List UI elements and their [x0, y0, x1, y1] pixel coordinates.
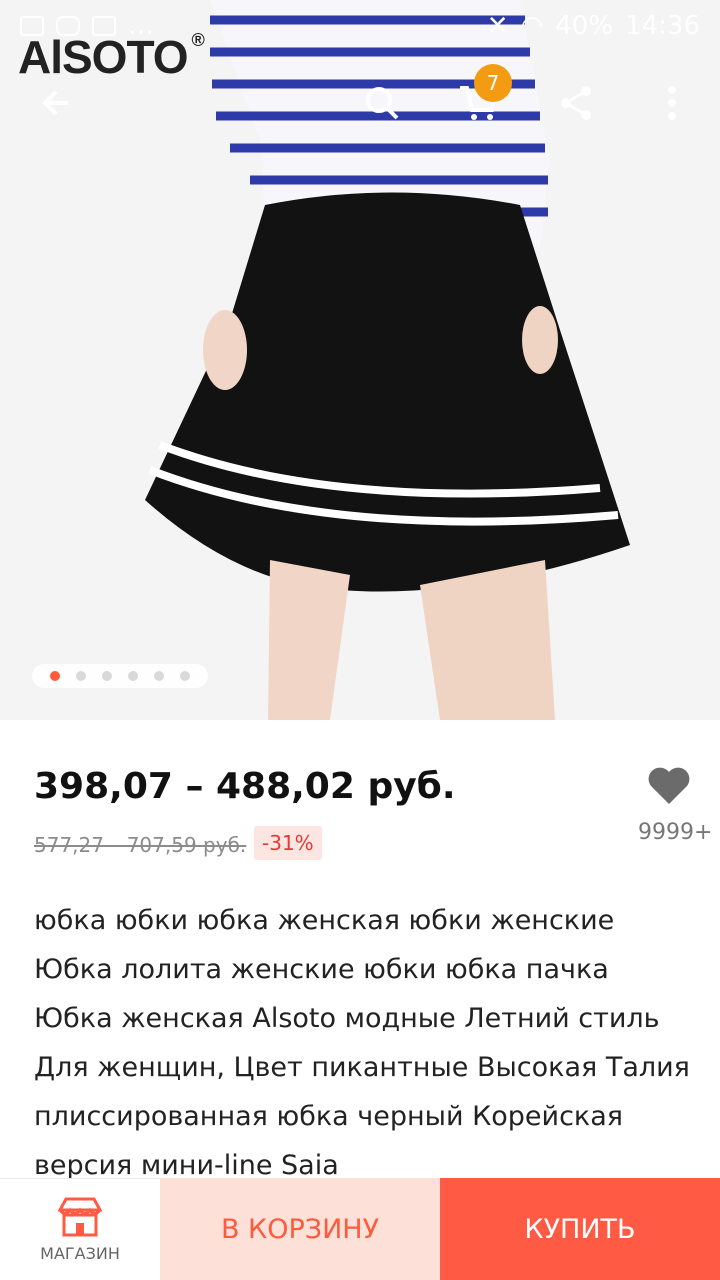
discount-badge: -31%	[254, 826, 322, 860]
price-range: 398,07 – 488,02 руб.	[34, 766, 456, 807]
store-button[interactable]: МАГАЗИН	[0, 1178, 160, 1280]
brand-logo: AlSOTO ®	[18, 30, 205, 84]
buy-now-button[interactable]: КУПИТЬ	[440, 1178, 720, 1280]
share-button[interactable]	[548, 75, 604, 131]
add-to-cart-button[interactable]: В КОРЗИНУ	[160, 1178, 440, 1280]
share-icon	[561, 86, 591, 120]
bottom-action-bar: МАГАЗИН В КОРЗИНУ КУПИТЬ	[0, 1178, 720, 1280]
store-label: МАГАЗИН	[40, 1244, 120, 1263]
pagination-dot[interactable]	[154, 671, 164, 681]
pagination-dot-active[interactable]	[50, 671, 60, 681]
gallery-pagination[interactable]	[32, 664, 208, 688]
heart-icon	[648, 767, 690, 804]
pagination-dot[interactable]	[180, 671, 190, 681]
registered-mark: ®	[191, 30, 205, 50]
pagination-dot[interactable]	[102, 671, 112, 681]
more-button[interactable]	[644, 75, 700, 131]
store-icon	[57, 1197, 103, 1237]
battery-level: 40%	[555, 11, 614, 41]
favorites-count: 9999+	[638, 820, 713, 845]
logo-text: AlSOTO	[18, 31, 189, 83]
favorite-button[interactable]	[646, 764, 692, 806]
cart-count-badge: 7	[474, 64, 512, 102]
pagination-dot[interactable]	[76, 671, 86, 681]
search-icon	[366, 87, 399, 120]
search-button[interactable]	[354, 75, 410, 131]
pagination-dot[interactable]	[128, 671, 138, 681]
back-arrow-icon	[42, 90, 68, 116]
old-price: 577,27 – 707,59 руб.	[34, 833, 247, 857]
product-title: юбка юбки юбка женская юбки женские Юбка…	[34, 905, 690, 1181]
wifi-icon: ◠	[520, 11, 544, 41]
status-right: ✕ ◠ 40% 14:36	[487, 11, 700, 41]
mute-icon: ✕	[486, 11, 509, 41]
more-vert-icon	[668, 86, 676, 120]
clock: 14:36	[625, 11, 700, 41]
